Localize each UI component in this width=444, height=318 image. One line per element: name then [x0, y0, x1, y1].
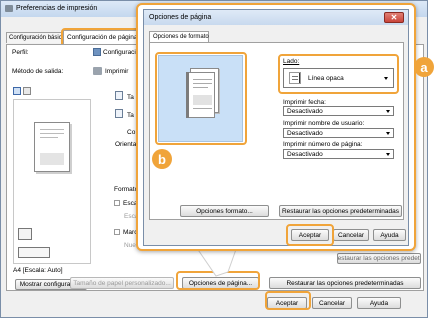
tab-opciones-formato[interactable]: Opciones de formato: [149, 31, 209, 42]
dialog-help-button[interactable]: Ayuda: [373, 229, 406, 241]
ghost-restore-button[interactable]: Restaurar las opciones predet...: [337, 253, 421, 264]
numero-select[interactable]: Desactivado: [283, 149, 394, 159]
side-label-2: Ta: [127, 112, 134, 119]
usuario-select[interactable]: Desactivado: [283, 128, 394, 138]
usuario-label: Imprimir nombre de usuario:: [283, 120, 365, 127]
escala-checkbox[interactable]: [114, 200, 120, 206]
lado-highlight: [278, 54, 399, 94]
perfil-label: Perfil:: [12, 49, 29, 56]
fecha-label: Imprimir fecha:: [283, 99, 326, 106]
side-label-1: Ta: [127, 94, 134, 101]
printer-icon: [5, 5, 13, 12]
usuario-value: Desactivado: [287, 129, 323, 137]
numero-value: Desactivado: [287, 150, 323, 158]
chevron-down-icon: [386, 132, 390, 135]
page-preview: [13, 99, 91, 264]
tab-label: Opciones de formato: [153, 34, 209, 40]
tab-label: Configuración básica: [9, 35, 66, 41]
fecha-select[interactable]: Desactivado: [283, 106, 394, 116]
dialog-title: Opciones de página: [149, 14, 212, 21]
fecha-value: Desactivado: [287, 107, 323, 115]
profile-icon: [93, 48, 101, 56]
paper-size-icon: [115, 91, 123, 100]
tab-configuracion-basica[interactable]: Configuración básica: [6, 32, 66, 43]
dialog-tab-panel: Lado: Línea opaca Imprimir fecha: Desact…: [149, 42, 404, 220]
ok-highlight: [265, 291, 311, 310]
view-page-icon[interactable]: [13, 87, 21, 95]
close-button[interactable]: ✕: [384, 12, 404, 23]
preview-sheet: [34, 122, 70, 172]
chevron-down-icon: [386, 110, 390, 113]
dialog-restore-defaults-button[interactable]: Restaurar las opciones predeterminadas: [279, 205, 402, 217]
chevron-down-icon: [386, 153, 390, 156]
output-printer-icon: [93, 67, 102, 75]
paper-stack-icon: [18, 228, 32, 240]
preview-highlight: [155, 52, 247, 145]
metodo-label: Método de salida:: [12, 68, 64, 75]
restore-defaults-button[interactable]: Restaurar las opciones predeterminadas: [269, 277, 421, 289]
callout-badge-b: b: [152, 149, 172, 169]
output-size-icon: [115, 109, 123, 118]
marca-checkbox[interactable]: [114, 229, 120, 235]
opciones-formato-button[interactable]: Opciones formato...: [180, 205, 269, 217]
view-settings-icon[interactable]: [23, 87, 31, 95]
numero-label: Imprimir número de página:: [283, 141, 363, 148]
paper-tray-icons: [18, 247, 50, 258]
callout-badge-a: a: [414, 57, 434, 77]
window-title: Preferencias de impresión: [16, 5, 98, 12]
preview-caption: A4 [Escala: Auto]: [13, 267, 63, 274]
page-options-dialog: Opciones de página ✕ Opciones de formato: [143, 9, 409, 246]
metodo-value[interactable]: Imprimir: [105, 68, 128, 75]
dialog-ok-highlight: [286, 224, 334, 246]
dialog-title-bar: Opciones de página ✕: [144, 10, 408, 25]
page-options-dialog-frame: Opciones de página ✕ Opciones de formato: [136, 3, 416, 251]
close-icon: ✕: [390, 12, 398, 22]
side-label-3: Co: [127, 129, 136, 136]
help-button[interactable]: Ayuda: [357, 297, 401, 309]
dialog-cancel-button[interactable]: Cancelar: [333, 229, 369, 241]
custom-paper-size-button[interactable]: Tamaño de papel personalizado...: [70, 277, 174, 289]
cancel-button[interactable]: Cancelar: [312, 297, 352, 309]
